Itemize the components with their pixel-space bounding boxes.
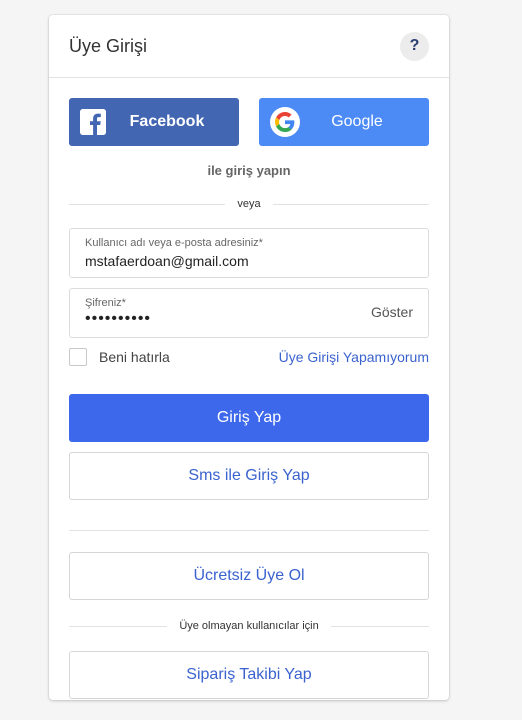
remember-me-checkbox[interactable] [69,348,87,366]
google-login-button[interactable]: Google [259,98,429,146]
password-label: Şifreniz* [85,297,126,309]
google-icon [270,107,300,137]
or-divider-label: veya [237,198,261,210]
login-card: Üye Girişi ? Facebook Google ile giriş y… [49,15,449,700]
facebook-login-button[interactable]: Facebook [69,98,239,146]
username-field[interactable]: Kullanıcı adı veya e-posta adresiniz* ms… [69,228,429,278]
password-value[interactable]: •••••••••• [85,310,413,328]
register-button[interactable]: Ücretsiz Üye Ol [69,552,429,600]
username-value[interactable]: mstafaerdoan@gmail.com [85,253,413,269]
card-header: Üye Girişi ? [49,15,449,78]
page-title: Üye Girişi [69,35,148,56]
social-login-row: Facebook Google [69,98,429,146]
non-member-divider-label: Üye olmayan kullanıcılar için [179,620,319,632]
non-member-divider: Üye olmayan kullanıcılar için [69,620,429,632]
track-order-button[interactable]: Sipariş Takibi Yap [69,651,429,699]
remember-row: Beni hatırla Üye Girişi Yapamıyorum [69,348,429,366]
cannot-login-link[interactable]: Üye Girişi Yapamıyorum [279,349,429,365]
help-button[interactable]: ? [400,31,429,61]
card-body: Facebook Google ile giriş yapın veya Kul [49,78,449,699]
username-label: Kullanıcı adı veya e-posta adresiniz* [85,237,263,249]
remember-me-label: Beni hatırla [99,349,170,365]
remember-me[interactable]: Beni hatırla [69,348,170,366]
section-separator [69,530,429,531]
show-password-button[interactable]: Göster [371,304,413,320]
or-divider: veya [69,198,429,210]
password-field[interactable]: Şifreniz* •••••••••• Göster [69,288,429,338]
login-button[interactable]: Giriş Yap [69,394,429,442]
facebook-icon [80,109,106,135]
sms-login-button[interactable]: Sms ile Giriş Yap [69,452,429,500]
social-login-hint: ile giriş yapın [207,163,291,178]
